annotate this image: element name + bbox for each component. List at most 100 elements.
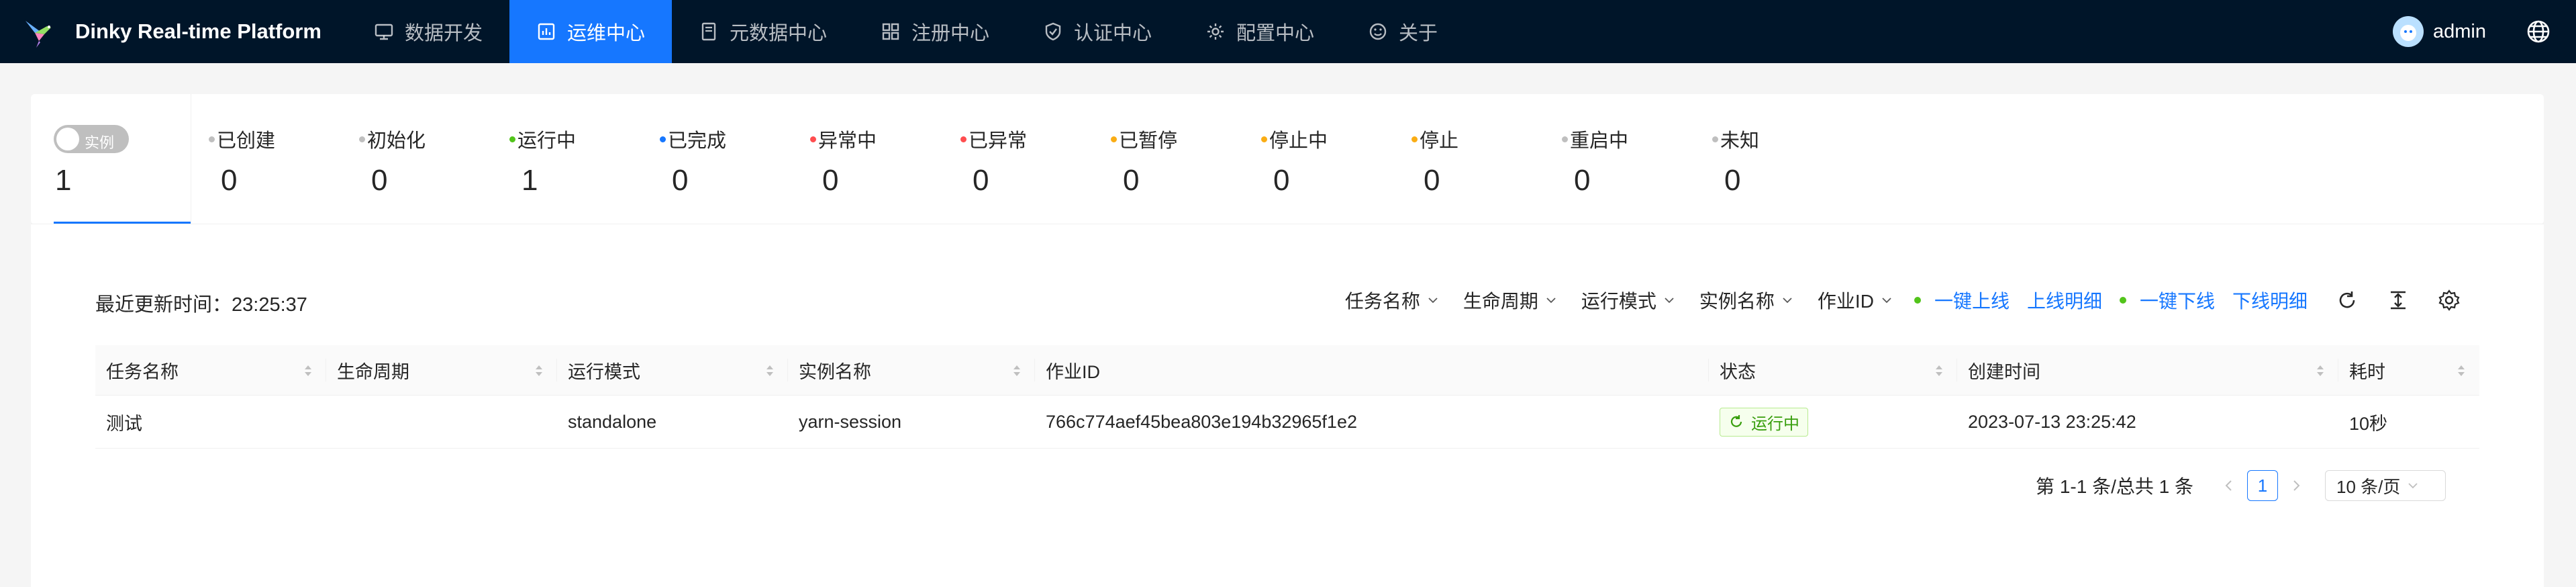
status-tab-restarting[interactable]: 重启中 0 bbox=[1547, 94, 1697, 224]
nav-item-label: 关于 bbox=[1399, 23, 1438, 44]
status-label: 运行中 bbox=[517, 130, 577, 152]
status-dot bbox=[810, 136, 816, 142]
status-tab-created[interactable]: 已创建 0 bbox=[194, 94, 344, 224]
sort-icon[interactable] bbox=[1012, 363, 1022, 379]
status-tab-initializing[interactable]: 初始化 0 bbox=[344, 94, 495, 224]
column-header-created-time[interactable]: 创建时间 bbox=[1957, 345, 2338, 396]
chevron-right-icon[interactable] bbox=[2287, 477, 2305, 494]
column-header-duration[interactable]: 耗时 bbox=[2338, 345, 2479, 396]
sort-icon[interactable] bbox=[303, 363, 313, 379]
filter-task-name[interactable]: 任务名称 bbox=[1345, 287, 1439, 314]
status-tab-failed[interactable]: 已异常 0 bbox=[946, 94, 1096, 224]
filter-label: 生命周期 bbox=[1463, 291, 1538, 312]
settings-gear-icon[interactable] bbox=[2438, 289, 2461, 312]
status-label: 初始化 bbox=[367, 130, 426, 152]
last-updated-label: 最近更新时间： bbox=[95, 294, 232, 316]
status-tab-unknown[interactable]: 未知 0 bbox=[1697, 94, 1848, 224]
column-header-status[interactable]: 状态 bbox=[1709, 345, 1957, 396]
one-click-online-link[interactable]: 一键上线 bbox=[1914, 287, 2010, 314]
one-click-offline-link[interactable]: 一键下线 bbox=[2119, 287, 2215, 314]
status-tab-stopped[interactable]: 停止 0 bbox=[1397, 94, 1547, 224]
page-size-select[interactable]: 10 条/页 bbox=[2325, 470, 2446, 501]
nav-item-data-development[interactable]: 数据开发 bbox=[347, 0, 509, 63]
nav-item-about[interactable]: 关于 bbox=[1341, 0, 1465, 63]
sort-icon[interactable] bbox=[765, 363, 775, 379]
globe-language-icon[interactable] bbox=[2526, 19, 2550, 44]
sync-spin-icon bbox=[1730, 415, 1742, 427]
nav-item-devops-center[interactable]: 运维中心 bbox=[509, 0, 672, 63]
cell-run-mode: standalone bbox=[557, 395, 788, 449]
page-button-current[interactable]: 1 bbox=[2247, 470, 2278, 501]
offline-dot bbox=[2119, 297, 2126, 304]
nav-item-label: 配置中心 bbox=[1236, 23, 1315, 44]
status-dot bbox=[660, 136, 666, 142]
column-header-lifecycle[interactable]: 生命周期 bbox=[326, 345, 557, 396]
status-tab-label: 重启中 bbox=[1562, 125, 1628, 153]
nav-item-label: 数据开发 bbox=[404, 23, 483, 44]
page-size-value: 10 条/页 bbox=[2336, 476, 2401, 497]
chevron-down-icon bbox=[1882, 298, 1891, 304]
filter-lifecycle[interactable]: 生命周期 bbox=[1463, 287, 1557, 314]
status-label: 已暂停 bbox=[1119, 130, 1178, 152]
avatar bbox=[2393, 16, 2424, 47]
status-count: 1 bbox=[55, 164, 72, 197]
status-tab-suspended[interactable]: 已暂停 0 bbox=[1096, 94, 1246, 224]
status-tab-failing[interactable]: 异常中 0 bbox=[795, 94, 946, 224]
filter-instance-name[interactable]: 实例名称 bbox=[1699, 287, 1793, 314]
status-tab-label: 停止中 bbox=[1261, 125, 1328, 153]
status-tab-instance[interactable]: 实例 1 bbox=[54, 94, 191, 224]
column-header-run-mode[interactable]: 运行模式 bbox=[557, 345, 788, 396]
gear-icon bbox=[1207, 24, 1224, 40]
cell-status: 运行中 bbox=[1709, 395, 1957, 449]
reload-icon[interactable] bbox=[2336, 289, 2359, 312]
nav-item-registry-center[interactable]: 注册中心 bbox=[854, 0, 1016, 63]
cell-duration: 10秒 bbox=[2338, 395, 2479, 449]
status-tab-label: 初始化 bbox=[359, 125, 426, 153]
table-header-row: 任务名称 生命周期 运行模式 实例名称 作业ID 状态 创建时间 耗时 bbox=[95, 345, 2479, 396]
shield-icon bbox=[1045, 22, 1061, 41]
column-header-label: 任务名称 bbox=[106, 361, 179, 382]
offline-detail-link[interactable]: 下线明细 bbox=[2232, 287, 2308, 314]
toggle-knob bbox=[56, 128, 79, 150]
status-count: 0 bbox=[1424, 164, 1440, 197]
sort-icon[interactable] bbox=[534, 363, 544, 379]
cell-task-name: 测试 bbox=[95, 395, 326, 449]
column-header-label: 生命周期 bbox=[337, 361, 409, 382]
user-menu[interactable]: admin bbox=[2393, 16, 2486, 47]
online-detail-link[interactable]: 上线明细 bbox=[2027, 287, 2102, 314]
chevron-down-icon bbox=[1546, 298, 1556, 304]
chevron-down-icon bbox=[1665, 298, 1674, 304]
status-tab-label: 已异常 bbox=[960, 125, 1027, 153]
user-avatar-icon bbox=[2400, 25, 2416, 41]
filter-run-mode[interactable]: 运行模式 bbox=[1581, 287, 1675, 314]
top-navbar: Dinky Real-time Platform 数据开发 运维中心 元数据中心… bbox=[0, 0, 2576, 63]
nav-item-metadata-center[interactable]: 元数据中心 bbox=[672, 0, 854, 63]
nav-item-auth-center[interactable]: 认证中心 bbox=[1016, 0, 1179, 63]
instance-toggle[interactable]: 实例 bbox=[54, 125, 129, 153]
sort-icon[interactable] bbox=[2457, 363, 2466, 379]
status-tab-running[interactable]: 运行中 1 bbox=[495, 94, 645, 224]
column-header-instance-name[interactable]: 实例名称 bbox=[788, 345, 1035, 396]
last-updated-time: 23:25:37 bbox=[232, 294, 307, 316]
column-height-icon[interactable] bbox=[2387, 289, 2410, 312]
column-header-task-name[interactable]: 任务名称 bbox=[95, 345, 326, 396]
one-click-online-label: 一键上线 bbox=[1934, 291, 2010, 312]
brand-title: Dinky Real-time Platform bbox=[75, 19, 321, 43]
column-header-label: 状态 bbox=[1720, 361, 1756, 382]
nav-item-config-center[interactable]: 配置中心 bbox=[1179, 0, 1341, 63]
brand[interactable]: Dinky Real-time Platform bbox=[0, 0, 321, 63]
chevron-left-icon[interactable] bbox=[2220, 477, 2238, 494]
table-row[interactable]: 测试 standalone yarn-session 766c774aef45b… bbox=[95, 395, 2479, 449]
status-count: 0 bbox=[822, 164, 839, 197]
cell-created-time: 2023-07-13 23:25:42 bbox=[1957, 395, 2338, 449]
last-updated: 最近更新时间：23:25:37 bbox=[95, 289, 307, 317]
filter-job-id[interactable]: 作业ID bbox=[1818, 287, 1893, 314]
sort-icon[interactable] bbox=[1934, 363, 1944, 379]
status-tab-finished[interactable]: 已完成 0 bbox=[645, 94, 795, 224]
column-header-job-id: 作业ID bbox=[1035, 345, 1709, 396]
smile-icon bbox=[1369, 23, 1387, 40]
status-count: 0 bbox=[371, 164, 388, 197]
sort-icon[interactable] bbox=[2316, 363, 2325, 379]
status-dot bbox=[509, 136, 515, 142]
status-tab-stopping[interactable]: 停止中 0 bbox=[1246, 94, 1397, 224]
